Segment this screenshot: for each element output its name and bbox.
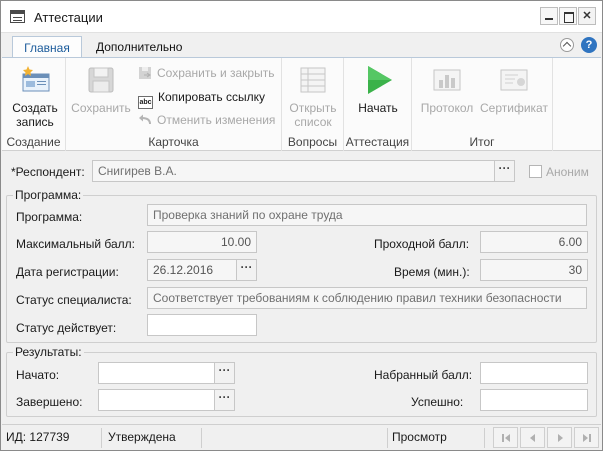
status-valid-label: Статус действует: (16, 321, 117, 335)
save-and-close-label: Сохранить и закрыть (157, 66, 275, 80)
start-button[interactable]: Начать (348, 62, 408, 115)
save-and-close-button[interactable]: Сохранить и закрыть (138, 65, 274, 81)
anonymous-label: Аноним (546, 165, 589, 179)
specialist-status-label: Статус специалиста: (16, 293, 132, 307)
play-icon (362, 64, 394, 96)
last-record-button[interactable] (574, 427, 599, 448)
first-record-button[interactable] (493, 427, 518, 448)
certificate-label: Сертификат (480, 101, 548, 115)
anonymous-checkbox[interactable] (529, 165, 542, 178)
respondent-select-button[interactable]: ··· (494, 161, 514, 181)
ribbon: Создать запись Создание Сохранить Сохран… (2, 57, 601, 151)
time-label: Время (мин.): (394, 265, 470, 279)
window-app-icon (10, 10, 25, 23)
ribbon-group-questions: Открыть список Вопросы (282, 58, 344, 151)
tab-main[interactable]: Главная (12, 36, 82, 58)
protocol-button[interactable]: Протокол (416, 62, 478, 115)
open-list-label-1: Открыть (289, 101, 337, 115)
window-title: Аттестации (34, 10, 103, 25)
record-state: Утверждена (108, 430, 176, 444)
save-label: Сохранить (71, 101, 131, 115)
respondent-label: *Респондент: (11, 165, 85, 179)
maximize-button[interactable] (559, 7, 577, 25)
minimize-button[interactable] (540, 7, 558, 25)
started-label: Начато: (16, 368, 60, 382)
open-list-button[interactable]: Открыть список (284, 62, 342, 129)
group-label-attestation: Аттестация (345, 135, 410, 149)
started-field[interactable]: ··· (98, 362, 235, 384)
status-separator (101, 428, 102, 448)
tab-additional[interactable]: Дополнительно (88, 36, 190, 58)
open-list-label-2: список (294, 115, 332, 129)
status-separator (387, 428, 388, 448)
status-valid-field[interactable] (147, 314, 257, 336)
create-record-button[interactable]: Создать запись (6, 62, 64, 129)
save-close-icon (138, 66, 152, 80)
undo-changes-label: Отменить изменения (157, 113, 276, 127)
create-record-label-1: Создать (12, 101, 58, 115)
reg-date-picker-button[interactable]: ··· (236, 260, 256, 280)
ribbon-group-result: Протокол Сертификат Итог (412, 58, 553, 151)
create-record-label-2: запись (16, 115, 54, 129)
create-record-icon (19, 64, 51, 96)
max-score-label: Максимальный балл: (16, 237, 135, 251)
results-section-legend: Результаты: (13, 345, 84, 359)
finished-picker-button[interactable]: ··· (214, 390, 234, 410)
status-separator (484, 428, 485, 448)
program-label: Программа: (16, 210, 83, 224)
protocol-chart-icon (431, 64, 463, 96)
floppy-disk-icon (85, 64, 117, 96)
copy-link-button[interactable]: abc Копировать ссылку (138, 89, 265, 109)
undo-icon (138, 113, 152, 127)
next-record-button[interactable] (547, 427, 572, 448)
respondent-field[interactable]: Снигирев В.А. ··· (92, 160, 515, 182)
group-label-questions: Вопросы (287, 135, 338, 149)
status-bar: ИД: 127739 Утверждена Просмотр (2, 424, 601, 450)
score-label: Набранный балл: (374, 368, 473, 382)
view-mode: Просмотр (392, 430, 447, 444)
max-score-field[interactable]: 10.00 (147, 231, 257, 253)
title-bar: Аттестации ✕ (1, 1, 602, 33)
program-field[interactable]: Проверка знаний по охране труда (147, 204, 587, 226)
ribbon-group-create: Создать запись Создание (2, 58, 66, 151)
finished-field[interactable]: ··· (98, 389, 235, 411)
group-label-card: Карточка (148, 135, 199, 149)
specialist-status-field[interactable]: Соответствует требованиям к соблюдению п… (147, 287, 587, 309)
ribbon-group-attestation: Начать Аттестация (344, 58, 412, 151)
list-grid-icon (297, 64, 329, 96)
certificate-icon (498, 64, 530, 96)
success-field[interactable] (480, 389, 588, 411)
collapse-ribbon-icon[interactable] (560, 38, 574, 52)
ribbon-tabs: Главная Дополнительно ? (1, 34, 602, 58)
record-id: ИД: 127739 (6, 430, 70, 444)
respondent-value: Снигирев В.А. (98, 164, 177, 178)
group-label-create: Создание (6, 135, 61, 149)
time-field[interactable]: 30 (480, 259, 588, 281)
status-separator (201, 428, 202, 448)
group-label-result: Итог (469, 135, 495, 149)
attestation-window: Аттестации ✕ Главная Дополнительно ? Соз… (0, 0, 603, 451)
ribbon-group-card: Сохранить Сохранить и закрыть abc Копиров… (66, 58, 282, 151)
close-button[interactable]: ✕ (578, 7, 596, 25)
reg-date-label: Дата регистрации: (16, 265, 119, 279)
protocol-label: Протокол (420, 101, 474, 115)
copy-link-icon: abc (138, 96, 153, 109)
pass-score-field[interactable]: 6.00 (480, 231, 588, 253)
reg-date-value: 26.12.2016 (153, 263, 214, 277)
undo-changes-button[interactable]: Отменить изменения (138, 112, 275, 128)
save-button[interactable]: Сохранить (70, 62, 132, 115)
score-field[interactable] (480, 362, 588, 384)
program-section-legend: Программа: (13, 188, 84, 202)
finished-label: Завершено: (16, 395, 83, 409)
reg-date-field[interactable]: 26.12.2016 ··· (147, 259, 257, 281)
certificate-button[interactable]: Сертификат (480, 62, 548, 115)
success-label: Успешно: (411, 395, 464, 409)
help-icon[interactable]: ? (581, 37, 597, 53)
pass-score-label: Проходной балл: (374, 237, 470, 251)
previous-record-button[interactable] (520, 427, 545, 448)
start-label: Начать (358, 101, 398, 115)
copy-link-label: Копировать ссылку (158, 90, 265, 104)
started-picker-button[interactable]: ··· (214, 363, 234, 383)
